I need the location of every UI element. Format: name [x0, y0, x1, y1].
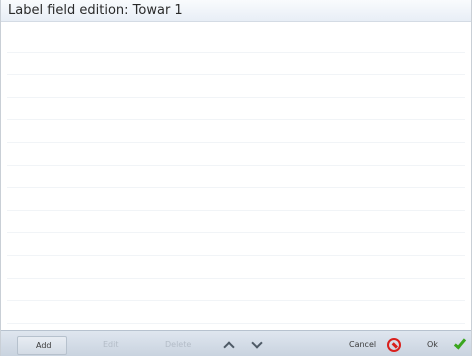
list-item[interactable] — [7, 233, 465, 256]
list-item[interactable] — [7, 279, 465, 302]
list-item[interactable] — [7, 166, 465, 189]
list-item[interactable] — [7, 188, 465, 211]
label-fields-list[interactable] — [7, 30, 465, 324]
list-item[interactable] — [7, 53, 465, 76]
ok-button-label: Ok — [427, 340, 438, 349]
list-item[interactable] — [7, 301, 465, 324]
list-item[interactable] — [7, 98, 465, 121]
edit-button[interactable]: Edit — [83, 336, 135, 355]
bottom-toolbar: Add Edit Delete Cancel Ok — [1, 330, 471, 356]
list-item[interactable] — [7, 120, 465, 143]
cancel-button[interactable]: Cancel — [339, 336, 411, 355]
move-down-button[interactable] — [247, 336, 269, 355]
no-entry-icon — [387, 338, 401, 352]
label-field-edition-dialog: Label field edition: Towar 1 Add Edit De… — [0, 0, 472, 356]
title-bar: Label field edition: Towar 1 — [1, 0, 471, 22]
edit-button-label: Edit — [103, 340, 119, 349]
add-button[interactable]: Add — [17, 336, 67, 355]
delete-button-label: Delete — [165, 340, 192, 349]
list-item[interactable] — [7, 143, 465, 166]
chevron-up-icon — [223, 341, 235, 353]
list-item[interactable] — [7, 256, 465, 279]
ok-button[interactable]: Ok — [419, 336, 471, 355]
cancel-button-label: Cancel — [349, 340, 377, 349]
dialog-title: Label field edition: Towar 1 — [8, 3, 183, 18]
list-item[interactable] — [7, 211, 465, 234]
list-item[interactable] — [7, 30, 465, 53]
chevron-down-icon — [251, 337, 263, 349]
checkmark-icon — [453, 336, 467, 350]
delete-button[interactable]: Delete — [149, 336, 203, 355]
move-up-button[interactable] — [219, 336, 241, 355]
list-item[interactable] — [7, 75, 465, 98]
add-button-label: Add — [36, 341, 52, 350]
